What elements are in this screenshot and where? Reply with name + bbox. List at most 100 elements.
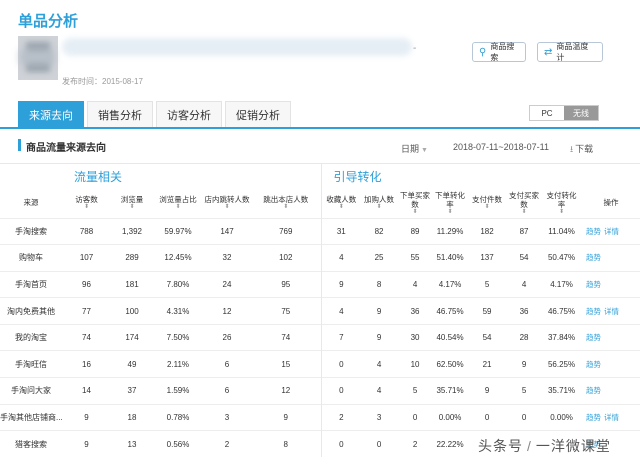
column-header[interactable]: 访客数 ⬍ xyxy=(62,188,111,218)
column-header[interactable]: 浏览量 ⬍ xyxy=(111,188,153,218)
ops-cell: 趋势 xyxy=(582,270,640,298)
column-header-row: 来源 访客数 ⬍ 浏览量 ⬍ 浏览量占比 ⬍ 店内跳转人数 ⬍ 跳出本店人数 ⬍ 收藏人数 ⬍ 加购人数… xyxy=(0,188,640,218)
source-cell: 手淘其他店铺商... xyxy=(0,403,62,431)
download-button[interactable]: ⭳ 下载 xyxy=(570,142,593,158)
table-cell: 82 xyxy=(361,217,398,245)
table-cell: 31 xyxy=(320,217,362,245)
traffic-source-table: 流量相关 引导转化 来源 访客数 ⬍ 浏览量 ⬍ 浏览量占比 ⬍ 店内跳转人数 ⬍ 跳出本店人数… xyxy=(0,164,640,458)
watermark-separator: / xyxy=(527,438,532,454)
table-cell: 56.25% xyxy=(541,350,583,378)
sort-icon[interactable]: ⬍ xyxy=(111,204,153,210)
trend-link[interactable]: 趋势 xyxy=(586,280,601,289)
device-toggle: PC 无线 xyxy=(529,105,599,121)
table-cell: 4 xyxy=(507,270,542,298)
product-search-label: 商品搜索 xyxy=(490,42,515,62)
column-header[interactable]: 支付件数 ⬍ xyxy=(467,188,507,218)
column-header[interactable]: 支付转化率 ⬍ xyxy=(541,188,582,218)
product-thumbnail[interactable] xyxy=(18,36,58,80)
table-cell: 35.71% xyxy=(433,377,468,405)
detail-link[interactable]: 详情 xyxy=(604,413,619,422)
table-cell: 7.50% xyxy=(153,323,203,351)
table-cell: 8 xyxy=(361,270,398,298)
table-cell: 9 xyxy=(361,323,398,351)
table-cell: 95 xyxy=(251,270,322,298)
table-cell: 4 xyxy=(320,297,362,325)
table-cell: 5 xyxy=(507,377,542,405)
tab-source-destination[interactable]: 来源去向 xyxy=(18,101,84,127)
column-header-label-line2: 率 xyxy=(557,199,566,209)
section-title: 商品流量来源去向 xyxy=(26,143,106,154)
detail-link[interactable]: 详情 xyxy=(604,307,619,316)
source-cell: 手淘搜索 xyxy=(0,217,62,245)
tab-underline xyxy=(0,127,640,129)
sort-icon[interactable]: ⬍ xyxy=(433,209,467,215)
table-cell: 11.04% xyxy=(541,217,583,245)
date-selector[interactable]: 日期 ▼ xyxy=(401,142,428,155)
table-cell: 25 xyxy=(361,244,398,272)
sort-icon[interactable]: ⬍ xyxy=(203,204,251,210)
table-cell: 4.17% xyxy=(541,270,583,298)
table-cell: 788 xyxy=(62,217,111,245)
column-header[interactable]: 加购人数 ⬍ xyxy=(361,188,397,218)
column-header[interactable]: 下单转化率 ⬍ xyxy=(433,188,467,218)
sort-icon[interactable]: ⬍ xyxy=(541,209,582,215)
tab-sales-analysis[interactable]: 销售分析 xyxy=(87,101,153,127)
ops-cell: 趋势 详情 xyxy=(582,297,640,325)
sort-icon[interactable]: ⬍ xyxy=(397,209,433,215)
product-search-button[interactable]: ⚲ 商品搜索 xyxy=(472,42,526,62)
table-row: 手淘其他店铺商... 9 18 0.78% 3 9 2 3 0 0.00% 0 0 0.00% 趋势 详情 xyxy=(0,403,640,431)
group-traffic-header: 流量相关 xyxy=(74,169,123,184)
sort-icon[interactable]: ⬍ xyxy=(467,204,507,210)
table-row: 我的淘宝 74 174 7.50% 26 74 7 9 30 40.54% 54 28 37.84% 趋势 xyxy=(0,323,640,351)
ops-cell: 趋势 xyxy=(582,350,640,378)
column-header[interactable]: 浏览量占比 ⬍ xyxy=(153,188,203,218)
ops-cell: 趋势 xyxy=(582,323,640,351)
table-row: 手淘旺信 16 49 2.11% 6 15 0 4 10 62.50% 21 9 56.25% 趋势 xyxy=(0,350,640,378)
product-name-blurred xyxy=(62,38,412,56)
table-row: 购物车 107 289 12.45% 32 102 4 25 55 51.40% 137 54 50.4… xyxy=(0,244,640,272)
trend-link[interactable]: 趋势 xyxy=(586,360,601,369)
table-cell: 0.00% xyxy=(433,403,468,431)
column-header[interactable]: 收藏人数 ⬍ xyxy=(320,188,362,218)
watermark: 头条号 / 一洋微课堂 xyxy=(478,436,611,456)
sort-icon[interactable]: ⬍ xyxy=(251,204,321,210)
trend-link[interactable]: 趋势 xyxy=(586,413,601,422)
trend-link[interactable]: 趋势 xyxy=(586,307,601,316)
sort-icon[interactable]: ⬍ xyxy=(361,204,397,210)
tab-visitor-analysis[interactable]: 访客分析 xyxy=(156,101,222,127)
trend-link[interactable]: 趋势 xyxy=(586,333,601,342)
table-cell: 5 xyxy=(467,270,508,298)
column-header[interactable]: 店内跳转人数 ⬍ xyxy=(203,188,251,218)
sort-icon[interactable]: ⬍ xyxy=(153,204,203,210)
sort-icon[interactable]: ⬍ xyxy=(322,204,361,210)
table-cell: 0 xyxy=(320,377,362,405)
source-cell: 淘内免费其他 xyxy=(0,297,62,325)
table-cell: 12 xyxy=(203,297,251,325)
source-cell: 手淘首页 xyxy=(0,270,62,298)
sort-icon[interactable]: ⬍ xyxy=(62,204,111,210)
table-cell: 18 xyxy=(111,403,153,431)
product-name-suffix: - xyxy=(413,43,417,54)
column-header[interactable]: 支付买家数 ⬍ xyxy=(507,188,541,218)
trend-link[interactable]: 趋势 xyxy=(586,386,601,395)
table-cell: 15 xyxy=(251,350,322,378)
table-cell: 10 xyxy=(397,350,434,378)
device-wireless-option[interactable]: 无线 xyxy=(564,106,598,120)
table-cell: 137 xyxy=(467,244,508,272)
ops-cell: 趋势 详情 xyxy=(582,217,640,245)
table-cell: 4 xyxy=(361,350,398,378)
table-cell: 0 xyxy=(320,350,362,378)
detail-link[interactable]: 详情 xyxy=(604,227,619,236)
trend-link[interactable]: 趋势 xyxy=(586,227,601,236)
tab-promotion-analysis[interactable]: 促销分析 xyxy=(225,101,291,127)
product-thermometer-button[interactable]: ⇄ 商品温度计 xyxy=(537,42,603,62)
section-accent-bar xyxy=(18,139,21,151)
table-cell: 49 xyxy=(111,350,153,378)
sort-icon[interactable]: ⬍ xyxy=(507,209,541,215)
column-header[interactable]: 跳出本店人数 ⬍ xyxy=(251,188,321,218)
device-pc-option[interactable]: PC xyxy=(530,106,564,120)
watermark-left: 头条号 xyxy=(478,438,523,454)
trend-link[interactable]: 趋势 xyxy=(586,253,601,262)
column-header[interactable]: 下单买家数 ⬍ xyxy=(397,188,433,218)
product-thermometer-label: 商品温度计 xyxy=(556,42,589,62)
